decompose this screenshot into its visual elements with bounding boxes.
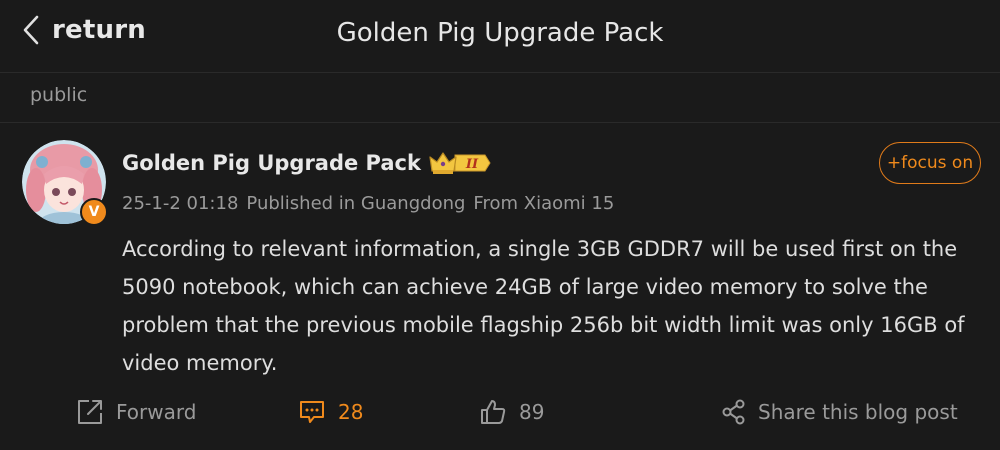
comment-button[interactable]: 28: [298, 392, 363, 432]
like-button[interactable]: 89: [479, 392, 544, 432]
post-timestamp: 25-1-2 01:18: [122, 193, 239, 214]
share-label: Share this blog post: [758, 400, 958, 424]
author-name[interactable]: Golden Pig Upgrade Pack: [122, 151, 421, 175]
verified-icon: V: [80, 198, 108, 226]
post-location: Published in Guangdong: [246, 193, 466, 214]
post-meta: 25-1-2 01:18 Published in Guangdong From…: [122, 193, 614, 214]
header-divider: [0, 72, 1000, 73]
comment-count: 28: [338, 400, 364, 424]
top-bar: return Golden Pig Upgrade Pack: [0, 0, 1000, 72]
rank-badge-label: II: [465, 157, 479, 172]
like-count: 89: [519, 400, 545, 424]
page-title: Golden Pig Upgrade Pack: [336, 18, 664, 48]
comment-icon: [300, 401, 324, 423]
forward-button[interactable]: Forward: [76, 392, 196, 432]
thumbs-up-icon: [481, 400, 506, 424]
crown-badge-icon: II: [429, 152, 491, 174]
follow-button[interactable]: +focus on: [879, 142, 981, 184]
share-button[interactable]: Share this blog post: [722, 392, 958, 432]
section-divider: [0, 122, 1000, 123]
post-device: From Xiaomi 15: [473, 193, 615, 214]
avatar[interactable]: V: [22, 140, 108, 226]
action-bar: Forward 28 89 Share this blog post: [0, 392, 1000, 436]
visibility-label: public: [30, 84, 88, 106]
share-icon: [722, 399, 745, 425]
forward-icon: [78, 400, 102, 424]
forward-label: Forward: [116, 400, 197, 424]
post-content: According to relevant information, a sin…: [122, 237, 965, 375]
author-row: Golden Pig Upgrade Pack II: [122, 150, 491, 176]
